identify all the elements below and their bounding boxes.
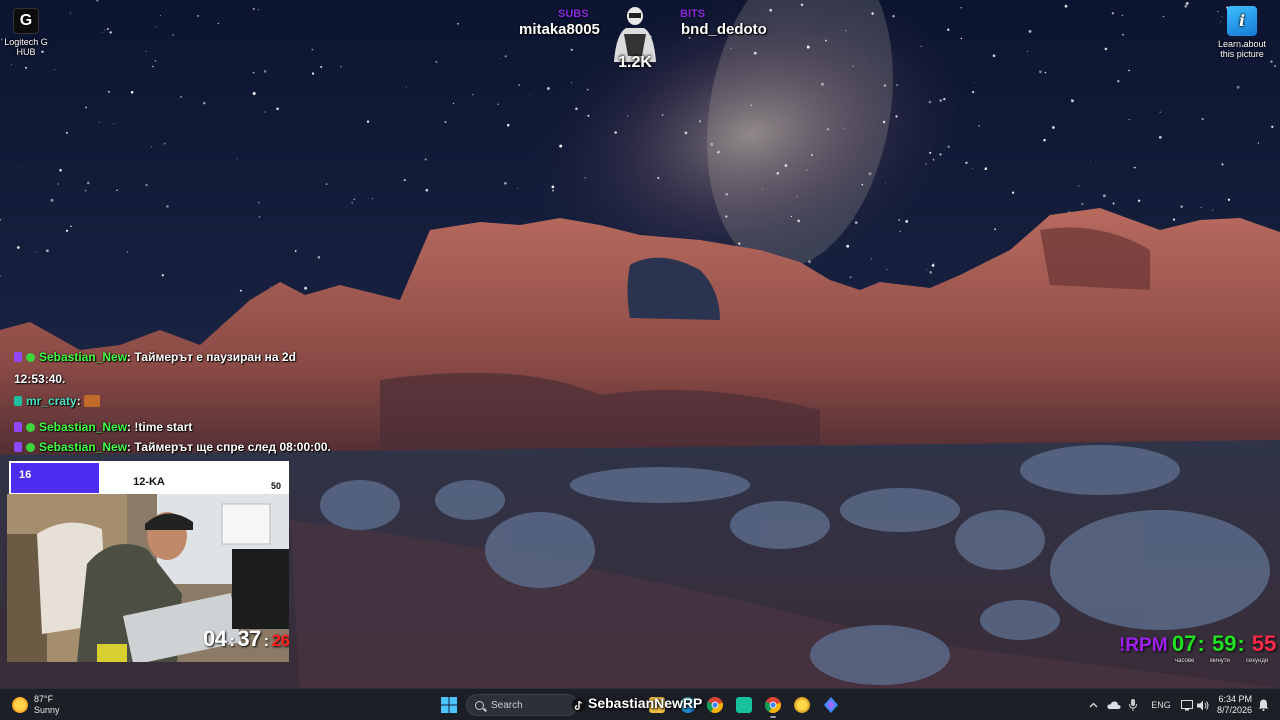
chat-username: Sebastian_New [39, 420, 128, 434]
network-icon[interactable] [1180, 689, 1194, 720]
goal-max-value: 50 [270, 481, 281, 491]
mic-badge-icon [14, 442, 22, 452]
active-indicator [770, 716, 776, 718]
chat-text: : Таймерът ще спре след 08:00:00. [127, 440, 331, 454]
learn-about-picture-shortcut[interactable]: i Learn about this picture [1213, 6, 1271, 59]
taskbar: 87°F Sunny Search SebastianNewRP ENG 6:3… [0, 688, 1280, 720]
start-button[interactable] [437, 693, 461, 717]
webcam-timer: 04:37:26 [203, 626, 289, 651]
app-icon [794, 697, 810, 713]
chat-message: Sebastian_New: Таймерът е паузиран на 2d [14, 350, 296, 364]
chat-text: : !time start [127, 420, 193, 434]
tray-overflow-chevron-icon[interactable] [1086, 689, 1100, 720]
verified-badge-icon [26, 423, 35, 432]
avatar: 1.2K [602, 4, 668, 76]
microphone-icon[interactable] [1126, 689, 1140, 720]
emote-icon [84, 395, 101, 407]
top-right-name: bnd_dedoto [681, 21, 767, 38]
windows-logo-icon [441, 697, 457, 713]
search-icon [475, 700, 484, 710]
volume-icon[interactable] [1196, 689, 1210, 720]
verified-badge-icon [26, 443, 35, 452]
info-icon: i [1227, 6, 1257, 36]
top-left-label: SUBS [558, 8, 589, 20]
countdown-hours: 07 [1172, 631, 1197, 656]
verified-badge-icon [26, 353, 35, 362]
search-placeholder: Search [491, 699, 523, 711]
sun-icon [12, 697, 28, 713]
chat-username: Sebastian_New [39, 350, 128, 364]
weather-widget[interactable]: 87°F Sunny [12, 694, 60, 716]
obs-app[interactable] [790, 693, 814, 717]
chat-username: mr_craty [26, 394, 77, 408]
shortcut-label: Logitech G HUB [4, 37, 48, 57]
taskbar-search[interactable]: Search [466, 694, 578, 716]
mic-badge-icon [14, 352, 22, 362]
chrome-icon [707, 697, 723, 713]
chat-message: mr_craty: [14, 394, 101, 408]
timer-hours: 04 [203, 626, 227, 651]
clock-time: 6:34 PM [1218, 694, 1252, 704]
countdown-hours-caption: часове [1175, 658, 1195, 664]
chat-badge-icon [14, 396, 22, 406]
timer-minutes: 37 [237, 626, 261, 651]
top-left-name: mitaka8005 [519, 21, 600, 38]
taskbar-clock[interactable]: 6:34 PM 8/7/2026 [1214, 694, 1252, 716]
chat-username: Sebastian_New [39, 440, 128, 454]
onedrive-icon[interactable] [1106, 689, 1122, 720]
language-indicator[interactable]: ENG [1150, 689, 1172, 720]
goal-label: 12-KA [133, 476, 165, 488]
countdown-minutes: 59 [1211, 631, 1237, 656]
chat-message: Sebastian_New: !time start [14, 420, 192, 434]
weather-description: Sunny [34, 705, 60, 715]
notification-bell-icon[interactable] [1256, 689, 1270, 720]
chrome-window[interactable] [761, 693, 785, 718]
countdown-label: !RPM [1119, 635, 1168, 656]
stream-title-overlay: SebastianNewRP [588, 695, 703, 711]
timer-seconds: 26 [271, 631, 289, 650]
top-right-label: BITS [680, 8, 706, 20]
shortcut-label: Learn about this picture [1217, 39, 1267, 59]
avatar-count: 1.2K [618, 54, 652, 71]
countdown-seconds: 55 [1251, 631, 1277, 656]
countdown-seconds-caption: секунди [1246, 658, 1269, 664]
logitech-ghub-shortcut[interactable]: G Logitech G HUB [0, 8, 54, 57]
chrome-icon [765, 697, 781, 713]
chat-text: : Таймерът е паузиран на 2d [127, 350, 296, 364]
waveform-icon [736, 697, 752, 713]
webcam-feed: 04:37:26 [7, 494, 289, 662]
tiktok-icon [572, 698, 586, 712]
weather-temperature: 87°F [34, 694, 54, 704]
chrome-app[interactable] [703, 693, 727, 717]
countdown-minutes-caption: минути [1210, 658, 1230, 664]
mic-badge-icon [14, 422, 22, 432]
diamond-icon [824, 697, 838, 713]
chat-continuation: 12:53:40. [14, 372, 66, 386]
chat-text: : [76, 394, 81, 408]
rpm-countdown: !RPM 07: 59: 55 [1119, 631, 1277, 656]
goal-progress-bar: 16 12-KA 50 [9, 461, 289, 495]
chat-message: Sebastian_New: Таймерът ще спре след 08:… [14, 440, 331, 454]
streamer-app[interactable] [819, 693, 843, 717]
clock-date: 8/7/2026 [1216, 705, 1252, 715]
logitech-g-icon: G [13, 8, 39, 34]
audio-app[interactable] [732, 693, 756, 717]
